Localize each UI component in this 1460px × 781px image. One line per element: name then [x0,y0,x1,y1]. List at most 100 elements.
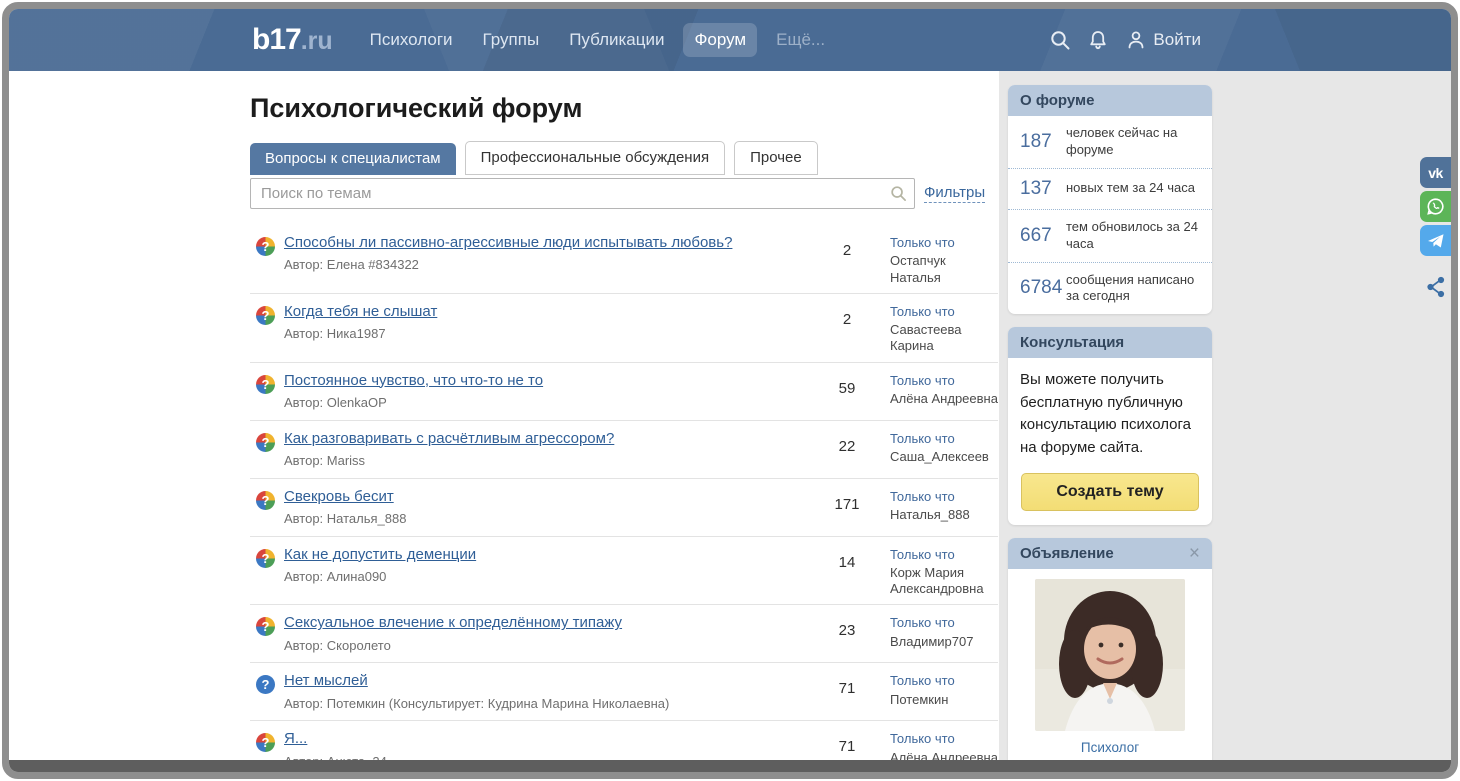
topic-title-link[interactable]: Как не допустить деменции [284,545,476,565]
stat-label: новых тем за 24 часа [1066,180,1195,197]
topic-title-link[interactable]: Постоянное чувство, что что-то не то [284,371,543,391]
topic-row: Как не допустить деменции Автор: Алина09… [250,537,998,606]
last-post-time[interactable]: Только что [890,615,998,631]
last-post-time[interactable]: Только что [890,373,998,389]
filters-link[interactable]: Фильтры [924,184,985,203]
forum-stat-row: 667 тем обновилось за 24 часа [1008,210,1212,263]
forum-tab[interactable]: Вопросы к специалистам [250,143,456,175]
topic-replies-count: 59 [818,371,876,397]
topic-title-link[interactable]: Сексуальное влечение к определённому тип… [284,613,622,633]
notifications-bell-icon[interactable] [1087,29,1109,51]
topic-title-link[interactable]: Как разговаривать с расчётливым агрессор… [284,429,614,449]
forum-stat-row: 6784 сообщения написано за сегодня [1008,263,1212,315]
last-post-user[interactable]: Владимир707 [890,634,998,650]
topic-icon-cell [250,613,284,636]
topic-icon-cell [250,671,284,694]
vk-icon[interactable]: vk [1420,157,1451,188]
topic-replies-count: 14 [818,545,876,571]
forum-tabs: Вопросы к специалистам Профессиональные … [250,141,998,175]
question-circle-icon [256,549,275,568]
whatsapp-icon[interactable] [1420,191,1451,222]
last-post-user[interactable]: Корж Мария Александровна [890,565,998,598]
login-button[interactable]: Войти [1125,29,1201,51]
topic-author: Автор: Потемкин (Консультирует: Кудрина … [284,696,806,711]
last-post-time[interactable]: Только что [890,731,998,747]
question-circle-icon [256,617,275,636]
last-post-user[interactable]: Савастеева Карина [890,322,998,355]
logo-suffix: .ru [301,27,333,55]
forum-stat-row: 137 новых тем за 24 часа [1008,169,1212,210]
topic-search-input[interactable] [250,178,915,209]
last-post-time[interactable]: Только что [890,489,998,505]
topic-search [250,178,915,209]
nav-item[interactable]: Публикации [558,23,675,57]
nav-item[interactable]: Психологи [359,23,464,57]
topic-icon-cell [250,302,284,325]
topic-last-post: Только что Алёна Андреевна [890,371,998,408]
share-icon[interactable] [1420,271,1451,302]
search-row: Фильтры [250,178,998,209]
question-circle-icon [256,433,275,452]
last-post-user[interactable]: Алёна Андреевна [890,391,998,407]
stat-label: сообщения написано за сегодня [1066,272,1200,306]
last-post-time[interactable]: Только что [890,304,998,320]
stat-label: тем обновилось за 24 часа [1066,219,1200,253]
topic-last-post: Только что Остапчук Наталья [890,233,998,286]
stat-value: 187 [1020,131,1066,153]
last-post-user[interactable]: Остапчук Наталья [890,253,998,286]
last-post-time[interactable]: Только что [890,235,998,251]
stat-value: 6784 [1020,277,1066,299]
last-post-time[interactable]: Только что [890,673,998,689]
topic-author: Автор: Ника1987 [284,326,806,341]
question-circle-icon [256,733,275,752]
topic-author: Автор: Елена #834322 [284,257,806,272]
topic-main-cell: Когда тебя не слышат Автор: Ника1987 [284,302,818,341]
topic-last-post: Только что Саша_Алексеев [890,429,998,466]
site-logo[interactable]: b17.ru [252,23,333,57]
topic-icon-cell [250,233,284,256]
topic-list: Способны ли пассивно-агрессивные люди ис… [250,225,998,779]
forum-tab[interactable]: Прочее [734,141,818,175]
search-submit-icon[interactable] [890,185,907,202]
last-post-user[interactable]: Потемкин [890,692,998,708]
logo-text: b17 [252,23,301,56]
topic-title-link[interactable]: Нет мыслей [284,671,368,691]
topic-title-link[interactable]: Я... [284,729,307,749]
last-post-time[interactable]: Только что [890,431,998,447]
search-icon[interactable] [1049,29,1071,51]
nav-item[interactable]: Группы [472,23,551,57]
last-post-time[interactable]: Только что [890,547,998,563]
topic-last-post: Только что Владимир707 [890,613,998,650]
telegram-icon[interactable] [1420,225,1451,256]
last-post-user[interactable]: Наталья_888 [890,507,998,523]
nav-item[interactable]: Форум [683,23,757,57]
topic-replies-count: 2 [818,302,876,328]
topic-title-link[interactable]: Свекровь бесит [284,487,394,507]
topic-replies-count: 23 [818,613,876,639]
topic-row: Сексуальное влечение к определённому тип… [250,605,998,663]
nav-item[interactable]: Ещё... [765,23,836,57]
close-icon[interactable]: × [1189,547,1200,561]
topic-main-cell: Сексуальное влечение к определённому тип… [284,613,818,652]
topic-last-post: Только что Наталья_888 [890,487,998,524]
stat-value: 137 [1020,178,1066,200]
main-nav: Психологи Группы Публикации Форум Ещё... [359,23,836,57]
about-forum-title: О форуме [1020,92,1094,109]
page-body: Психологический форум Вопросы к специали… [9,71,1451,774]
topic-author: Автор: Скоролето [284,638,806,653]
announcement-header: Объявление × [1008,538,1212,569]
topic-last-post: Только что Корж Мария Александровна [890,545,998,598]
right-sidebar: О форуме 187 человек сейчас на форуме 13… [1008,85,1212,779]
stat-label: человек сейчас на форуме [1066,125,1200,159]
announcement-card: Объявление × [1008,538,1212,779]
topic-row: Постоянное чувство, что что-то не то Авт… [250,363,998,421]
last-post-user[interactable]: Саша_Алексеев [890,449,998,465]
topic-main-cell: Свекровь бесит Автор: Наталья_888 [284,487,818,526]
forum-tab[interactable]: Профессиональные обсуждения [465,141,726,175]
topic-title-link[interactable]: Способны ли пассивно-агрессивные люди ис… [284,233,732,253]
psychologist-photo[interactable] [1035,579,1185,731]
create-topic-button[interactable]: Создать тему [1021,473,1199,511]
topic-main-cell: Нет мыслей Автор: Потемкин (Консультируе… [284,671,818,710]
topic-title-link[interactable]: Когда тебя не слышат [284,302,437,322]
topic-row: Как разговаривать с расчётливым агрессор… [250,421,998,479]
